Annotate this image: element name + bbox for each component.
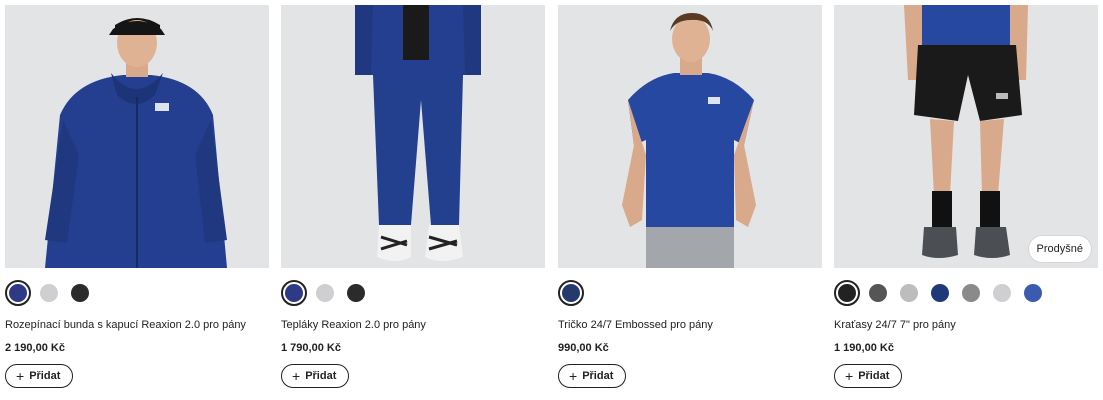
swatch-color [347, 284, 365, 302]
product-name[interactable]: Rozepínací bunda s kapucí Reaxion 2.0 pr… [5, 318, 269, 332]
add-button-label: Přidat [29, 370, 61, 382]
add-button-label: Přidat [582, 370, 614, 382]
product-image-pants[interactable] [281, 5, 545, 268]
color-swatch-selected[interactable] [281, 280, 307, 306]
product-image-tshirt[interactable] [558, 5, 822, 268]
swatch-color [900, 284, 918, 302]
add-to-cart-button[interactable]: + Přidat [558, 364, 627, 388]
plus-icon: + [292, 368, 301, 384]
plus-icon: + [845, 368, 854, 384]
add-to-cart-button[interactable]: + Přidat [281, 364, 350, 388]
color-swatch[interactable] [865, 280, 891, 306]
swatch-color [285, 284, 303, 302]
product-card[interactable]: Tričko 24/7 Embossed pro pány 990,00 Kč … [558, 5, 822, 388]
swatch-color [931, 284, 949, 302]
plus-icon: + [569, 368, 578, 384]
color-swatch[interactable] [927, 280, 953, 306]
swatch-color [838, 284, 856, 302]
swatch-color [9, 284, 27, 302]
add-button-label: Přidat [858, 370, 890, 382]
plus-icon: + [16, 368, 25, 384]
color-swatch[interactable] [67, 280, 93, 306]
color-swatch[interactable] [958, 280, 984, 306]
swatch-color [993, 284, 1011, 302]
product-price: 2 190,00 Kč [5, 342, 65, 354]
swatch-color [962, 284, 980, 302]
product-price: 1 790,00 Kč [281, 342, 341, 354]
color-swatches [5, 280, 269, 306]
model-jacket-illustration [5, 5, 269, 268]
product-card[interactable]: Tepláky Reaxion 2.0 pro pány 1 790,00 Kč… [281, 5, 545, 388]
color-swatch-selected[interactable] [5, 280, 31, 306]
model-tshirt-illustration [558, 5, 822, 268]
swatch-color [562, 284, 580, 302]
add-button-label: Přidat [305, 370, 337, 382]
swatch-color [40, 284, 58, 302]
product-card[interactable]: Prodyšné Kraťasy 24/7 7" pro pány 1 190,… [834, 5, 1098, 388]
product-card[interactable]: Rozepínací bunda s kapucí Reaxion 2.0 pr… [5, 5, 269, 388]
model-shorts-illustration [834, 5, 1098, 268]
product-image-shorts[interactable]: Prodyšné [834, 5, 1098, 268]
swatch-color [869, 284, 887, 302]
color-swatch-selected[interactable] [558, 280, 584, 306]
model-pants-illustration [281, 5, 545, 268]
add-to-cart-button[interactable]: + Přidat [5, 364, 74, 388]
add-to-cart-button[interactable]: + Přidat [834, 364, 903, 388]
product-name[interactable]: Kraťasy 24/7 7" pro pány [834, 318, 1098, 332]
color-swatches [281, 280, 545, 306]
color-swatch[interactable] [1020, 280, 1046, 306]
color-swatch[interactable] [989, 280, 1015, 306]
color-swatch[interactable] [36, 280, 62, 306]
swatch-color [1024, 284, 1042, 302]
swatch-color [71, 284, 89, 302]
product-name[interactable]: Tričko 24/7 Embossed pro pány [558, 318, 822, 332]
color-swatch[interactable] [312, 280, 338, 306]
product-name[interactable]: Tepláky Reaxion 2.0 pro pány [281, 318, 545, 332]
color-swatch[interactable] [343, 280, 369, 306]
color-swatches [558, 280, 822, 306]
swatch-color [316, 284, 334, 302]
product-image-jacket[interactable] [5, 5, 269, 268]
product-price: 990,00 Kč [558, 342, 609, 354]
color-swatch[interactable] [896, 280, 922, 306]
color-swatches [834, 280, 1098, 306]
product-price: 1 190,00 Kč [834, 342, 894, 354]
feature-badge: Prodyšné [1028, 236, 1091, 262]
color-swatch-selected[interactable] [834, 280, 860, 306]
